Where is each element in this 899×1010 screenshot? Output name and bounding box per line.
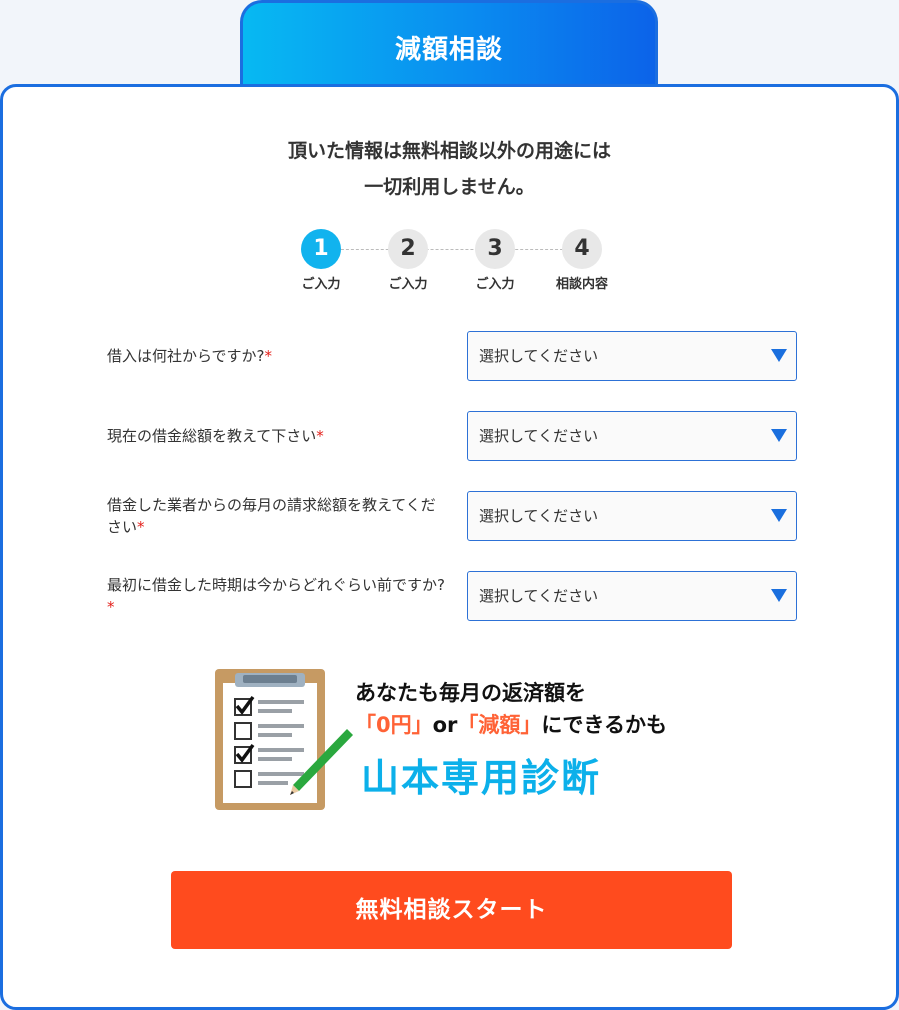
step-2: 2 ご入力 [368,229,448,292]
promo-line2: 「0円」or「減額」にできるかも [355,709,667,739]
question-text: 現在の借金総額を教えて下さい [107,427,317,445]
lender-count-select[interactable]: 選択してください [467,331,797,381]
step-3-number: 3 [475,229,515,269]
step-2-label: ご入力 [388,277,428,292]
required-mark: * [316,427,324,445]
promo-line2-tail: にできるかも [541,713,668,737]
privacy-note-line2: 一切利用しません。 [364,176,535,198]
promo-title: 山本専用診断 [361,756,602,800]
monthly-payment-select[interactable]: 選択してください [467,491,797,541]
consult-tab[interactable]: 減額相談 [240,0,658,92]
step-1-number: 1 [301,229,341,269]
diagnosis-promo: あなたも毎月の返済額を 「0円」or「減額」にできるかも 山本専用診断 [215,667,695,812]
step-1: 1 ご入力 [281,229,361,292]
step-indicator: 1 ご入力 2 ご入力 3 ご入力 4 相談内容 [293,229,623,299]
privacy-note: 頂いた情報は無料相談以外の用途には 一切利用しません。 [3,133,896,205]
required-mark: * [107,598,115,616]
privacy-note-line1: 頂いた情報は無料相談以外の用途には [287,140,611,162]
first-borrow-time-select[interactable]: 選択してください [467,571,797,621]
promo-zero-yen: 「0円」 [355,713,433,737]
select-value: 選択してください [479,347,599,365]
question-label: 借入は何社からですか?* [107,331,447,381]
step-4-label: 相談内容 [555,277,608,292]
triangle-down-icon [771,589,787,602]
step-4: 4 相談内容 [542,229,622,292]
select-value: 選択してください [479,507,599,525]
question-text: 借入は何社からですか? [107,347,265,365]
field-lender-count: 借入は何社からですか?* 選択してください [107,331,797,381]
triangle-down-icon [771,509,787,522]
step-3-label: ご入力 [475,277,515,292]
field-monthly-payment: 借金した業者からの毎月の請求総額を教えてください* 選択してください [107,491,797,541]
question-label: 最初に借金した時期は今からどれぐらい前ですか? * [107,571,447,621]
question-text: 最初に借金した時期は今からどれぐらい前ですか? [107,576,445,594]
step-3: 3 ご入力 [455,229,535,292]
promo-line1: あなたも毎月の返済額を [355,681,586,705]
total-debt-select[interactable]: 選択してください [467,411,797,461]
clipboard-checklist-icon [215,669,353,810]
question-label: 借金した業者からの毎月の請求総額を教えてください* [107,491,447,541]
question-text: 借金した業者からの毎月の請求総額を教えてください [107,496,436,536]
triangle-down-icon [771,429,787,442]
question-label: 現在の借金総額を教えて下さい* [107,411,447,461]
field-total-debt: 現在の借金総額を教えて下さい* 選択してください [107,411,797,461]
start-consultation-button[interactable]: 無料相談スタート [171,871,732,949]
triangle-down-icon [771,349,787,362]
step-4-number: 4 [562,229,602,269]
step-1-label: ご入力 [301,277,341,292]
promo-reduction: 「減額」 [457,713,542,737]
field-first-borrow-time: 最初に借金した時期は今からどれぐらい前ですか? * 選択してください [107,571,797,621]
promo-or: or [432,713,458,737]
required-mark: * [137,518,145,536]
select-value: 選択してください [479,587,599,605]
form-card: 頂いた情報は無料相談以外の用途には 一切利用しません。 1 ご入力 2 ご入力 … [0,84,899,1010]
step-2-number: 2 [388,229,428,269]
required-mark: * [264,347,273,365]
select-value: 選択してください [479,427,599,445]
